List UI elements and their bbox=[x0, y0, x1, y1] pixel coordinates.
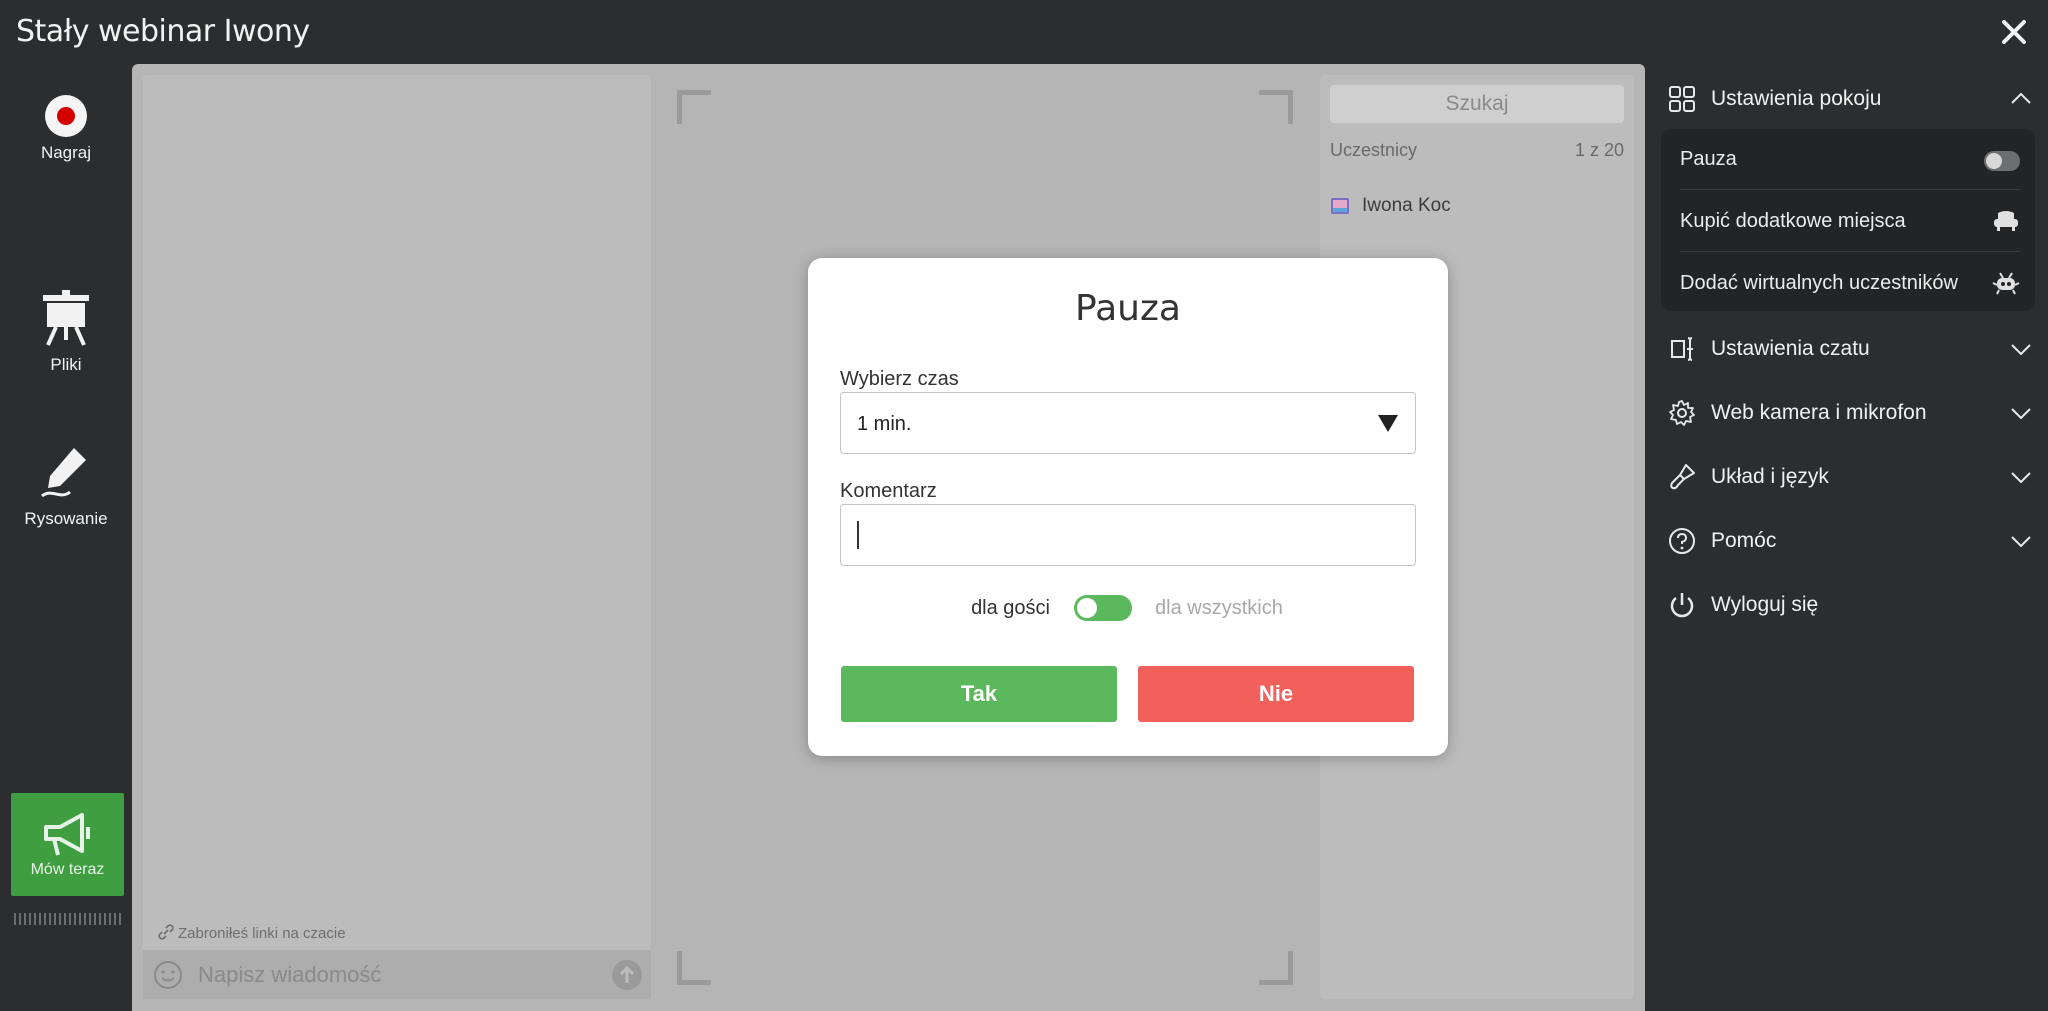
frame-corner-top-right bbox=[1259, 90, 1293, 124]
chevron-down-icon bbox=[2011, 536, 2031, 548]
time-select[interactable]: 1 min. bbox=[840, 392, 1416, 454]
participants-count: 1 z 20 bbox=[1574, 140, 1624, 160]
layout-language-label: Układ i język bbox=[1711, 465, 1829, 488]
submenu-pause[interactable]: Pauza bbox=[1680, 139, 2020, 179]
chat-panel bbox=[143, 75, 651, 999]
brush-icon bbox=[1670, 464, 1695, 490]
help-label: Pomóc bbox=[1711, 529, 1777, 552]
menu-help[interactable]: Pomóc bbox=[1668, 521, 2036, 561]
pencil-icon bbox=[41, 448, 86, 498]
menu-room-settings[interactable]: Ustawienia pokoju bbox=[1668, 79, 2036, 119]
menu-chat-settings[interactable]: Ustawienia czatu bbox=[1668, 329, 2036, 369]
chat-settings-label: Ustawienia czatu bbox=[1711, 337, 1870, 360]
pause-toggle[interactable] bbox=[1984, 151, 2020, 171]
robot-icon bbox=[1992, 272, 2020, 295]
megaphone-icon bbox=[44, 813, 90, 856]
frame-corner-bottom-left bbox=[677, 951, 711, 985]
participant-avatar-icon bbox=[1331, 197, 1349, 214]
menu-layout-language[interactable]: Układ i język bbox=[1668, 457, 2036, 497]
participants-title: Uczestnicy bbox=[1330, 140, 1418, 160]
grid-icon bbox=[1669, 86, 1695, 112]
chevron-down-icon bbox=[2011, 408, 2031, 420]
text-caret bbox=[857, 521, 859, 549]
close-icon bbox=[2002, 20, 2026, 44]
frame-corner-top-left bbox=[677, 90, 711, 124]
window-title: Stały webinar Iwony bbox=[16, 14, 310, 49]
webcam-label: Web kamera i mikrofon bbox=[1711, 401, 1927, 424]
comment-label: Komentarz bbox=[840, 480, 937, 502]
audience-guests-label: dla gości bbox=[971, 597, 1050, 619]
submenu-divider bbox=[1680, 189, 2020, 190]
submenu-add-virtual[interactable]: Dodać wirtualnych uczestników bbox=[1680, 263, 2020, 303]
drawing-label: Rysowanie bbox=[24, 509, 108, 528]
time-label: Wybierz czas bbox=[840, 368, 959, 390]
buy-seats-label: Kupić dodatkowe miejsca bbox=[1680, 210, 1906, 232]
chevron-up-icon bbox=[2011, 92, 2031, 104]
chat-links-notice: Zabroniłeś linki na czacie bbox=[158, 924, 346, 942]
record-icon bbox=[45, 95, 87, 137]
armchair-icon bbox=[1994, 211, 2018, 231]
help-icon bbox=[1669, 528, 1695, 554]
pause-label: Pauza bbox=[1680, 148, 1737, 170]
link-icon bbox=[158, 924, 174, 940]
text-cursor-icon bbox=[1671, 337, 1693, 361]
chevron-down-icon bbox=[2011, 472, 2031, 484]
add-virtual-label: Dodać wirtualnych uczestników bbox=[1680, 272, 1958, 294]
chat-message-input[interactable]: Napisz wiadomość bbox=[143, 950, 651, 999]
participant-name: Iwona Koc bbox=[1362, 195, 1451, 216]
pause-toggle-knob bbox=[1986, 153, 2002, 169]
record-button[interactable]: Nagraj bbox=[0, 94, 132, 163]
drawing-button[interactable]: Rysowanie bbox=[0, 444, 132, 529]
menu-logout[interactable]: Wyloguj się bbox=[1668, 585, 2036, 625]
logout-label: Wyloguj się bbox=[1711, 593, 1819, 616]
audience-toggle[interactable] bbox=[1074, 595, 1132, 621]
frame-corner-bottom-right bbox=[1259, 951, 1293, 985]
chevron-down-icon bbox=[2011, 344, 2031, 356]
no-button[interactable]: Nie bbox=[1138, 666, 1414, 722]
dropdown-arrow-icon bbox=[1378, 415, 1398, 432]
participants-header: Uczestnicy 1 z 20 bbox=[1330, 140, 1624, 161]
emoji-icon[interactable] bbox=[153, 960, 183, 990]
time-select-value: 1 min. bbox=[857, 413, 912, 435]
audience-toggle-row: dla gości dla wszystkich bbox=[808, 592, 1448, 622]
audio-level-meter bbox=[14, 913, 122, 925]
comment-input[interactable] bbox=[840, 504, 1416, 566]
submenu-buy-seats[interactable]: Kupić dodatkowe miejsca bbox=[1680, 201, 2020, 241]
send-icon[interactable] bbox=[611, 959, 643, 991]
record-label: Nagraj bbox=[40, 143, 92, 162]
yes-button[interactable]: Tak bbox=[841, 666, 1117, 722]
pause-dialog: Pauza Wybierz czas 1 min. Komentarz dla … bbox=[808, 258, 1448, 756]
close-button[interactable] bbox=[1996, 14, 2032, 50]
speak-now-label: Mów teraz bbox=[30, 861, 105, 878]
presentation-board-icon bbox=[43, 290, 89, 346]
submenu-divider bbox=[1680, 251, 2020, 252]
participant-item[interactable]: Iwona Koc bbox=[1330, 195, 1451, 217]
gear-icon bbox=[1669, 400, 1695, 426]
top-bar: Stały webinar Iwony bbox=[0, 0, 2048, 64]
dialog-title: Pauza bbox=[1075, 288, 1181, 329]
speak-now-button[interactable]: Mów teraz bbox=[11, 793, 124, 896]
files-label: Pliki bbox=[50, 355, 82, 374]
files-button[interactable]: Pliki bbox=[0, 290, 132, 375]
menu-webcam-microphone[interactable]: Web kamera i mikrofon bbox=[1668, 393, 2036, 433]
audience-all-label: dla wszystkich bbox=[1155, 597, 1283, 619]
search-button[interactable]: Szukaj bbox=[1330, 85, 1624, 123]
chat-notice-text: Zabroniłeś linki na czacie bbox=[178, 925, 346, 942]
room-settings-label: Ustawienia pokoju bbox=[1711, 87, 1882, 110]
audience-toggle-knob bbox=[1077, 598, 1097, 618]
power-icon bbox=[1670, 593, 1694, 618]
chat-input-placeholder: Napisz wiadomość bbox=[198, 962, 382, 987]
